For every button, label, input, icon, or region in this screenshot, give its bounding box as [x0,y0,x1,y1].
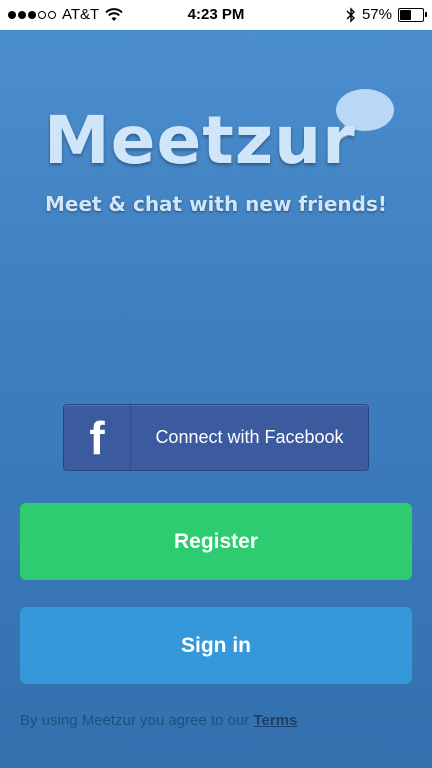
sign-in-button[interactable]: Sign in [20,607,412,684]
status-bar: AT&T 4:23 PM 57% [0,0,432,30]
register-button[interactable]: Register [20,503,412,580]
sign-in-button-label: Sign in [181,633,251,657]
terms-link[interactable]: Terms [253,712,297,729]
battery-percent: 57% [361,6,392,23]
battery-fill [400,9,412,20]
app-name: Meetzur [44,102,356,179]
facebook-button-label: Connect with Facebook [155,427,344,447]
bluetooth-icon [346,6,355,23]
battery-icon [398,7,427,22]
facebook-icon: f [64,405,131,470]
app-tagline: Meet & chat with new friends! [45,192,387,216]
connect-facebook-button[interactable]: f Connect with Facebook [63,404,369,471]
terms-notice: By using Meetzur you agree to our Terms [20,712,297,729]
terms-text: By using Meetzur you agree to our [20,712,250,729]
status-right: 57% [346,6,427,23]
app-logo: Meetzur Meet & chat with new friends! [0,88,432,228]
register-button-label: Register [173,529,259,553]
